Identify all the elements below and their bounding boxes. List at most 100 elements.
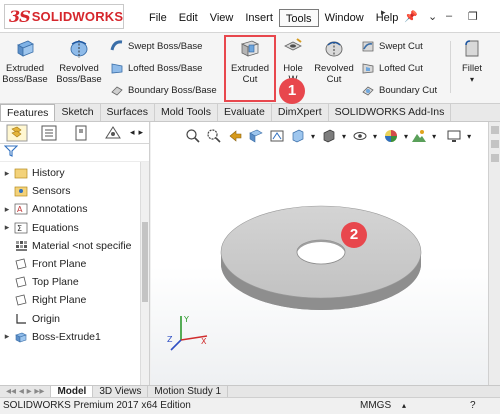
tab-surfaces[interactable]: Surfaces	[101, 104, 155, 121]
menu-edit[interactable]: Edit	[173, 9, 204, 27]
tree-item-label: History	[32, 167, 65, 180]
extruded-boss-button[interactable]: Extruded Boss/Base	[2, 36, 48, 96]
panel-tabs: ◂ ▸	[0, 122, 149, 144]
view-orientation-dropdown-icon[interactable]: ▾	[311, 132, 315, 141]
tree-item-history[interactable]: ▸ History	[0, 164, 149, 182]
fillet-button[interactable]: Fillet ▾	[452, 36, 492, 96]
material-icon	[16, 240, 27, 251]
view-orientation-icon[interactable]	[290, 128, 306, 144]
tab-3d-views[interactable]: 3D Views	[93, 386, 149, 397]
apply-scene-icon[interactable]	[411, 128, 427, 144]
expand-arrow-icon[interactable]: ▸	[0, 331, 14, 342]
panel-chevron-right-icon[interactable]: ▸	[139, 127, 144, 138]
tab-features[interactable]: Features	[0, 104, 56, 121]
pin-icon[interactable]: 📌	[404, 10, 418, 23]
solidworks-logo[interactable]: 3S SOLIDWORKS	[4, 4, 124, 29]
hide-show-items-icon[interactable]	[352, 128, 368, 144]
units-dropdown-icon[interactable]: ▴	[402, 398, 406, 414]
tree-item-right-plane[interactable]: Right Plane	[0, 291, 149, 309]
display-style-dropdown-icon[interactable]: ▾	[342, 132, 346, 141]
expand-arrow-icon[interactable]: ▸	[0, 168, 14, 179]
scene-dropdown-icon[interactable]: ▾	[432, 132, 436, 141]
appearance-dropdown-icon[interactable]: ▾	[404, 132, 408, 141]
tree-item-label: Origin	[32, 312, 61, 325]
display-style-icon[interactable]	[321, 128, 337, 144]
tree-item-boss-extrude1[interactable]: ▸ Boss-Extrude1	[0, 328, 149, 346]
graphics-area[interactable]: ▾ ▾ ▾ ▾ ▾ ▾ 2 Y X Z	[151, 122, 500, 385]
view-settings-dropdown-icon[interactable]: ▾	[467, 132, 471, 141]
task-pane-tab[interactable]	[491, 140, 499, 148]
configuration-manager-icon[interactable]	[70, 124, 92, 142]
tab-model[interactable]: Model	[51, 386, 94, 397]
restore-icon[interactable]: ❐	[468, 10, 478, 23]
chevron-down-icon[interactable]: ⌄	[428, 10, 437, 23]
boundary-cut-button[interactable]: Boundary Cut	[361, 81, 437, 99]
tab-addins[interactable]: SOLIDWORKS Add-Ins	[329, 104, 452, 121]
scrollbar-thumb[interactable]	[142, 222, 148, 302]
expand-arrow-icon[interactable]: ▸	[0, 204, 14, 215]
section-view-icon[interactable]	[248, 128, 264, 144]
dimxpert-manager-icon[interactable]	[102, 124, 124, 142]
expand-arrow-icon[interactable]: ▸	[0, 222, 14, 233]
dynamic-annotation-icon[interactable]	[269, 128, 285, 144]
fillet-icon	[465, 40, 479, 57]
tab-motion-study[interactable]: Motion Study 1	[148, 386, 229, 397]
filter-icon[interactable]	[3, 144, 19, 158]
menu-window[interactable]: Window	[319, 9, 370, 27]
lofted-boss-button[interactable]: Lofted Boss/Base	[110, 59, 202, 77]
tab-sketch[interactable]: Sketch	[55, 104, 101, 121]
previous-view-icon[interactable]	[227, 128, 243, 144]
menu-tools[interactable]: Tools	[278, 9, 319, 27]
tree-item-label: Annotations	[32, 203, 88, 216]
tree-item-annotations[interactable]: ▸ A Annotations	[0, 200, 149, 218]
fillet-dropdown-icon[interactable]: ▾	[452, 74, 492, 85]
washer-part-model[interactable]	[211, 192, 431, 312]
boundary-boss-button[interactable]: Boundary Boss/Base	[110, 81, 217, 99]
tree-item-top-plane[interactable]: Top Plane	[0, 273, 149, 291]
tree-item-equations[interactable]: ▸ Σ Equations	[0, 219, 149, 237]
feature-tree-icon[interactable]	[6, 124, 28, 142]
tree-item-material[interactable]: Material <not specifie	[0, 237, 149, 255]
tree-item-label: Material <not specifie	[32, 239, 132, 252]
help-icon[interactable]: ?	[470, 398, 476, 414]
unit-system-selector[interactable]: MMGS	[360, 398, 391, 414]
minimize-icon[interactable]: –	[446, 10, 452, 22]
boss-extrude-icon	[15, 332, 27, 343]
tab-evaluate[interactable]: Evaluate	[218, 104, 272, 121]
tree-item-label: Boss-Extrude1	[32, 330, 101, 343]
tree-item-sensors[interactable]: Sensors	[0, 182, 149, 200]
extruded-boss-label-2: Boss/Base	[2, 74, 48, 85]
tab-dimxpert[interactable]: DimXpert	[272, 104, 329, 121]
hide-show-dropdown-icon[interactable]: ▾	[373, 132, 377, 141]
swept-boss-icon	[110, 40, 123, 51]
task-pane-tab[interactable]	[491, 126, 499, 134]
property-manager-icon[interactable]	[38, 124, 60, 142]
chevron-right-icon[interactable]: ▸	[381, 7, 386, 18]
menu-view[interactable]: View	[204, 9, 240, 27]
plane-icon	[15, 258, 27, 270]
swept-cut-button[interactable]: Swept Cut	[361, 37, 423, 55]
tree-item-origin[interactable]: Origin	[0, 310, 149, 328]
tree-item-front-plane[interactable]: Front Plane	[0, 255, 149, 273]
swept-boss-button[interactable]: Swept Boss/Base	[110, 37, 202, 55]
lofted-cut-button[interactable]: Lofted Cut	[361, 59, 423, 77]
menu-insert[interactable]: Insert	[239, 9, 279, 27]
revolved-boss-button[interactable]: Revolved Boss/Base	[56, 36, 102, 96]
zoom-to-area-icon[interactable]	[206, 128, 222, 144]
menu-help[interactable]: Help	[370, 9, 405, 27]
revolved-cut-button[interactable]: Revolved Cut	[311, 36, 357, 96]
tree-scrollbar[interactable]	[140, 162, 149, 385]
lofted-boss-label: Lofted Boss/Base	[128, 62, 203, 74]
task-pane-tab[interactable]	[491, 154, 499, 162]
menu-file[interactable]: File	[143, 9, 173, 27]
edit-appearance-icon[interactable]	[383, 128, 399, 144]
panel-chevron-left-icon[interactable]: ◂	[130, 127, 135, 138]
menu-bar: File Edit View Insert Tools Window Help	[143, 9, 404, 27]
boundary-cut-icon	[362, 86, 374, 96]
tab-mold-tools[interactable]: Mold Tools	[155, 104, 218, 121]
tab-nav-icons[interactable]: ◂◂ ◂ ▸ ▸▸	[0, 386, 52, 397]
boundary-cut-label: Boundary Cut	[379, 84, 438, 96]
zoom-to-fit-icon[interactable]	[185, 128, 201, 144]
view-settings-icon[interactable]	[446, 128, 462, 144]
revolved-cut-icon	[325, 41, 343, 57]
